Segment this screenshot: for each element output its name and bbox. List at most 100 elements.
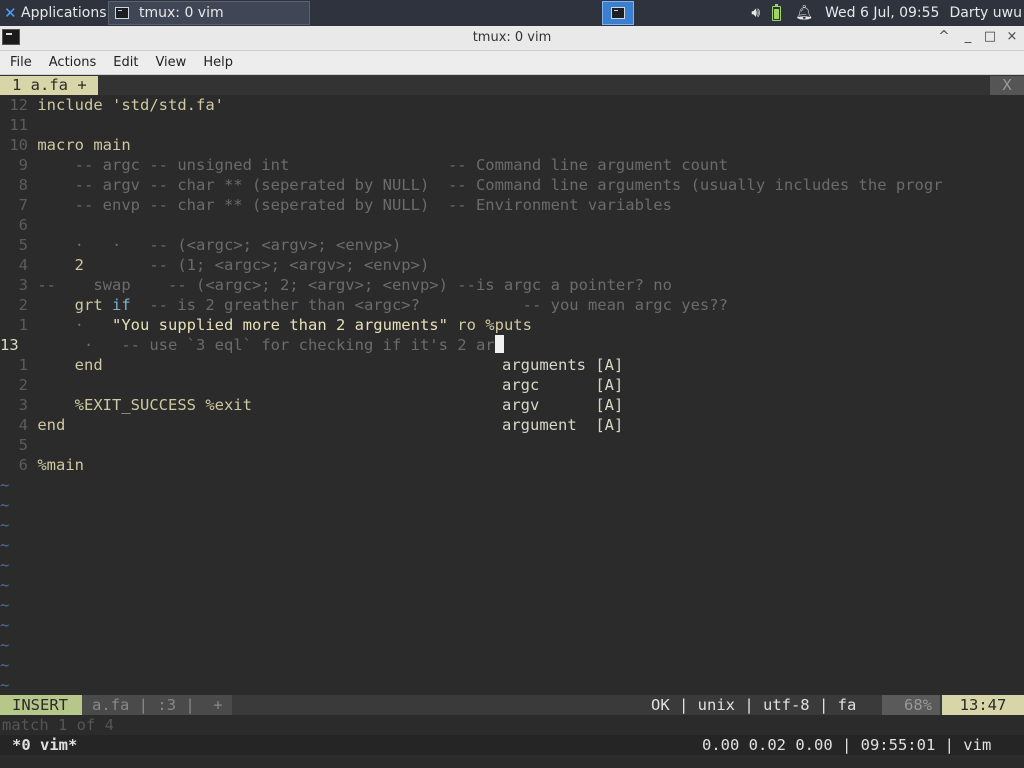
- top-panel: ✕ Applications tmux: 0 vim 🔊︎ 🔔︎ Wed 6 J…: [0, 0, 1024, 26]
- battery-icon[interactable]: [772, 3, 782, 21]
- tmux-statusbar: *0 vim* 0.00 0.02 0.00 | 09:55:01 | vim: [0, 735, 1024, 755]
- clock[interactable]: Wed 6 Jul, 09:55: [825, 5, 939, 21]
- status-modified: +: [213, 696, 223, 714]
- menu-edit[interactable]: Edit: [103, 55, 145, 70]
- taskbar-window-label: tmux: 0 vim: [139, 5, 224, 21]
- buffer-line[interactable]: 7 -- envp -- char ** (seperated by NULL)…: [0, 195, 672, 215]
- buffer-line[interactable]: 1 · "You supplied more than 2 arguments"…: [0, 315, 532, 335]
- close-button[interactable]: ×: [1004, 29, 1020, 44]
- taskbar-window-button[interactable]: tmux: 0 vim: [108, 1, 310, 25]
- menu-actions[interactable]: Actions: [39, 55, 104, 70]
- buffer-line[interactable]: 4 end: [0, 415, 66, 435]
- minimize-button[interactable]: _: [960, 29, 976, 44]
- completion-item[interactable]: arguments [A]: [502, 355, 623, 375]
- buffer-line[interactable]: 13 · -- use `3 eql` for checking if it's…: [0, 335, 504, 355]
- line-number: 12: [0, 96, 28, 114]
- menu-file[interactable]: File: [0, 55, 39, 70]
- completion-word: arguments: [502, 356, 596, 374]
- empty-line-tilde: ~: [0, 596, 10, 614]
- line-text: -- envp -- char ** (seperated by NULL) -…: [74, 196, 672, 214]
- menu-help[interactable]: Help: [193, 55, 240, 70]
- buffer-line[interactable]: 5: [0, 435, 37, 455]
- buffer-line[interactable]: 10 macro main: [0, 135, 131, 155]
- vim-message: match 1 of 4: [2, 716, 114, 734]
- buffer-line[interactable]: 2 grt if -- is 2 greather than <argc>? -…: [0, 295, 728, 315]
- empty-line-tilde: ~: [0, 656, 10, 674]
- empty-line-tilde: ~: [0, 576, 10, 594]
- buffer-line[interactable]: 9 -- argc -- unsigned int -- Command lin…: [0, 155, 728, 175]
- line-text: %main: [37, 456, 85, 474]
- line-number: 6: [0, 216, 28, 234]
- status-file-segment: a.fa | :3 | +: [82, 695, 232, 715]
- line-number: 13: [0, 336, 19, 354]
- tmux-window[interactable]: *0 vim*: [12, 735, 77, 755]
- line-text: macro main: [37, 136, 131, 154]
- empty-line-tilde: ~: [0, 636, 10, 654]
- applications-menu-button[interactable]: ✕ Applications: [0, 0, 107, 26]
- line-number: 4: [0, 416, 28, 434]
- completion-item[interactable]: argv [A]: [502, 395, 623, 415]
- completion-kind: [A]: [595, 416, 624, 434]
- status-file: a.fa: [92, 696, 130, 714]
- completion-word: argument: [502, 416, 596, 434]
- empty-line-tilde: ~: [0, 556, 10, 574]
- shade-button[interactable]: ^: [936, 29, 952, 44]
- menu-view[interactable]: View: [145, 55, 193, 70]
- status-lineinfo: :3: [157, 696, 177, 714]
- vim-tabline: 1 a.fa + X: [0, 75, 1024, 95]
- line-text: · · -- (<argc>; <argv>; <envp>): [74, 236, 402, 254]
- terminal-icon: [115, 7, 129, 19]
- empty-line-tilde: ~: [0, 676, 10, 694]
- line-text: -- argv -- char ** (seperated by NULL) -…: [74, 176, 943, 194]
- workspace-switcher-button[interactable]: [602, 1, 634, 25]
- line-text: 2 -- (1; <argc>; <argv>; <envp>): [37, 256, 430, 274]
- line-number: 9: [0, 156, 28, 174]
- xfce-mouse-icon: ✕: [4, 4, 17, 22]
- terminal-area[interactable]: 1 a.fa + X 12 include 'std/std.fa' 11 10…: [0, 75, 1024, 768]
- line-number: 6: [0, 456, 28, 474]
- buffer-line[interactable]: 11: [0, 115, 37, 135]
- buffer-line[interactable]: 12 include 'std/std.fa': [0, 95, 224, 115]
- line-text: · -- use `3 eql` for checking if it's 2 …: [47, 335, 504, 354]
- user-name[interactable]: Darty uwu: [949, 5, 1022, 21]
- buffer-line[interactable]: 2: [0, 375, 37, 395]
- system-tray: 🔊︎ 🔔︎ Wed 6 Jul, 09:55 Darty uwu: [751, 0, 1024, 26]
- text-cursor: [494, 335, 504, 353]
- line-text: include 'std/std.fa': [37, 96, 224, 114]
- line-text: end: [37, 356, 103, 374]
- line-number: 10: [0, 136, 28, 154]
- buffer-line[interactable]: 6 %main: [0, 455, 84, 475]
- empty-line-tilde: ~: [0, 496, 10, 514]
- speaker-icon[interactable]: 🔊︎: [751, 5, 760, 21]
- completion-item[interactable]: argc [A]: [502, 375, 623, 395]
- buffer-line[interactable]: 3 %EXIT_SUCCESS %exit: [0, 395, 252, 415]
- line-number: 1: [0, 316, 28, 334]
- buffer-line[interactable]: 4 2 -- (1; <argc>; <argv>; <envp>): [0, 255, 430, 275]
- window-titlebar[interactable]: tmux: 0 vim ^ _ □ ×: [0, 26, 1024, 51]
- buffer-line[interactable]: 8 -- argv -- char ** (seperated by NULL)…: [0, 175, 943, 195]
- line-text: %EXIT_SUCCESS %exit: [37, 396, 252, 414]
- line-number: 5: [0, 236, 28, 254]
- line-number: 5: [0, 436, 28, 454]
- completion-item[interactable]: argument [A]: [502, 415, 623, 435]
- status-file-info: OK | unix | utf-8 | fa: [651, 696, 857, 714]
- line-text: -- argc -- unsigned int -- Command line …: [74, 156, 728, 174]
- vim-tab-close-button[interactable]: X: [990, 76, 1024, 95]
- bell-icon[interactable]: 🔔︎: [795, 5, 813, 21]
- applications-label: Applications: [21, 5, 107, 21]
- line-number: 4: [0, 256, 28, 274]
- vim-tab[interactable]: 1 a.fa +: [0, 76, 98, 95]
- maximize-button[interactable]: □: [982, 29, 998, 44]
- empty-line-tilde: ~: [0, 516, 10, 534]
- buffer-line[interactable]: 3 -- swap -- (<argc>; 2; <argv>; <envp>)…: [0, 275, 672, 295]
- line-number: 2: [0, 376, 28, 394]
- buffer-line[interactable]: 5 · · -- (<argc>; <argv>; <envp>): [0, 235, 402, 255]
- status-position: 13:47: [942, 695, 1024, 715]
- buffer-line[interactable]: 1 end: [0, 355, 103, 375]
- line-number: 3: [0, 396, 28, 414]
- menubar: File Actions Edit View Help: [0, 51, 1024, 75]
- line-number: 11: [0, 116, 28, 134]
- tmux-status-right: 0.00 0.02 0.00 | 09:55:01 | vim: [702, 736, 992, 754]
- buffer-line[interactable]: 6: [0, 215, 37, 235]
- line-number: 8: [0, 176, 28, 194]
